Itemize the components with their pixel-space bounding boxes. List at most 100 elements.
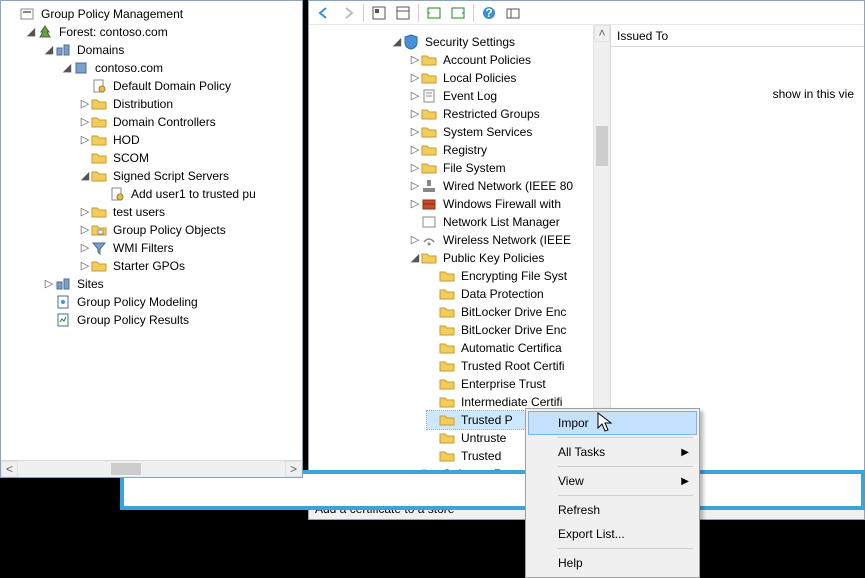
- expand-icon[interactable]: ▷: [409, 144, 421, 156]
- expand-icon[interactable]: ▷: [79, 224, 91, 236]
- tb-icon-5[interactable]: [502, 3, 524, 23]
- tree-gp-results[interactable]: Group Policy Results: [43, 311, 302, 329]
- ctx-view[interactable]: View▶: [528, 469, 697, 493]
- scroll-left-arrow[interactable]: ˂: [1, 461, 18, 477]
- scroll-thumb[interactable]: [596, 126, 608, 166]
- ctx-export-list[interactable]: Export List...: [528, 522, 697, 546]
- gpm-icon: [19, 6, 35, 22]
- list-icon: [421, 214, 437, 230]
- tree-starter-gpos[interactable]: ▷Starter GPOs: [79, 257, 302, 275]
- firewall-icon: [421, 196, 437, 212]
- tree-forest[interactable]: ◢ Forest: contoso.com: [25, 23, 302, 41]
- tree-enterprise-trust[interactable]: Enterprise Trust: [427, 375, 593, 393]
- tree-ou-domain-controllers[interactable]: ▷Domain Controllers: [79, 113, 302, 131]
- tb-icon-3[interactable]: [423, 3, 445, 23]
- tree-gpo-add-user1[interactable]: Add user1 to trusted pu: [97, 185, 302, 203]
- tb-icon-1[interactable]: [368, 3, 390, 23]
- expand-icon[interactable]: ▷: [79, 98, 91, 110]
- menu-separator: [558, 548, 693, 549]
- svg-text:?: ?: [485, 6, 492, 20]
- tree-restricted-groups[interactable]: ▷Restricted Groups: [409, 105, 593, 123]
- tree-group-policy-objects[interactable]: ▷Group Policy Objects: [79, 221, 302, 239]
- tree-windows-firewall[interactable]: ▷Windows Firewall with: [409, 195, 593, 213]
- nav-back-button[interactable]: [313, 3, 335, 23]
- ctx-all-tasks[interactable]: All Tasks▶: [528, 440, 697, 464]
- gpo-link-icon: [109, 186, 125, 202]
- column-header-issued-to[interactable]: Issued To: [611, 25, 864, 47]
- tree-gpm-root[interactable]: Group Policy Management: [7, 5, 302, 23]
- tree-account-policies[interactable]: ▷Account Policies: [409, 51, 593, 69]
- tb-icon-4[interactable]: [447, 3, 469, 23]
- tree-ou-signed-script-servers[interactable]: ◢Signed Script Servers: [79, 167, 302, 185]
- expand-icon[interactable]: ▷: [79, 134, 91, 146]
- help-icon[interactable]: ?: [478, 3, 500, 23]
- collapse-icon[interactable]: ◢: [61, 62, 73, 74]
- folder-open-icon: [421, 250, 437, 266]
- expand-icon[interactable]: ▷: [409, 72, 421, 84]
- tree-wmi-filters[interactable]: ▷WMI Filters: [79, 239, 302, 257]
- tree-trusted-root[interactable]: Trusted Root Certifi: [427, 357, 593, 375]
- expand-icon[interactable]: ▷: [409, 198, 421, 210]
- scroll-thumb[interactable]: [111, 463, 141, 475]
- folder-icon: [439, 340, 455, 356]
- tree-network-list-manager[interactable]: Network List Manager: [409, 213, 593, 231]
- tree-ou-test-users[interactable]: ▷test users: [79, 203, 302, 221]
- tree-system-services[interactable]: ▷System Services: [409, 123, 593, 141]
- tree-registry[interactable]: ▷Registry: [409, 141, 593, 159]
- tree-data-protection[interactable]: Data Protection: [427, 285, 593, 303]
- collapse-icon[interactable]: ◢: [391, 36, 403, 48]
- expand-icon[interactable]: ▷: [79, 260, 91, 272]
- expand-icon[interactable]: ▷: [79, 116, 91, 128]
- collapse-icon[interactable]: ◢: [43, 44, 55, 56]
- tree-domains[interactable]: ◢ Domains: [43, 41, 302, 59]
- expand-icon[interactable]: ▷: [409, 108, 421, 120]
- expand-icon[interactable]: ▷: [43, 278, 55, 290]
- horizontal-scrollbar[interactable]: ˂ ˃: [1, 460, 302, 477]
- tree-bitlocker-2[interactable]: BitLocker Drive Enc: [427, 321, 593, 339]
- ctx-help[interactable]: Help: [528, 551, 697, 575]
- expand-icon[interactable]: ▷: [409, 54, 421, 66]
- tree-local-policies[interactable]: ▷Local Policies: [409, 69, 593, 87]
- tree-bitlocker-1[interactable]: BitLocker Drive Enc: [427, 303, 593, 321]
- gpo-link-icon: [91, 78, 107, 94]
- tree-file-system[interactable]: ▷File System: [409, 159, 593, 177]
- expand-icon[interactable]: ▷: [409, 234, 421, 246]
- scroll-right-arrow[interactable]: ˃: [285, 461, 302, 477]
- folder-icon: [421, 52, 437, 68]
- expand-icon[interactable]: ▷: [409, 90, 421, 102]
- submenu-arrow-icon: ▶: [681, 447, 689, 458]
- tree-domain-contoso[interactable]: ◢ contoso.com: [61, 59, 302, 77]
- tree-auto-cert[interactable]: Automatic Certifica: [427, 339, 593, 357]
- toolbar: ?: [309, 1, 864, 25]
- tb-icon-2[interactable]: [392, 3, 414, 23]
- expand-icon[interactable]: ▷: [79, 242, 91, 254]
- folder-icon: [421, 124, 437, 140]
- ctx-refresh[interactable]: Refresh: [528, 498, 697, 522]
- tree-ou-distribution[interactable]: ▷Distribution: [79, 95, 302, 113]
- expand-icon[interactable]: ▷: [409, 180, 421, 192]
- domain-icon: [73, 60, 89, 76]
- tree-ou-scom[interactable]: SCOM: [79, 149, 302, 167]
- tree-ou-hod[interactable]: ▷HOD: [79, 131, 302, 149]
- nav-forward-button[interactable]: [337, 3, 359, 23]
- shield-icon: [403, 34, 419, 50]
- collapse-icon[interactable]: ◢: [409, 252, 421, 264]
- ctx-import[interactable]: Impor: [528, 411, 697, 435]
- tree-sites[interactable]: ▷Sites: [43, 275, 302, 293]
- tree-efs[interactable]: Encrypting File Syst: [427, 267, 593, 285]
- tree-wireless-network[interactable]: ▷Wireless Network (IEEE: [409, 231, 593, 249]
- expand-icon[interactable]: ▷: [409, 162, 421, 174]
- scroll-up-arrow[interactable]: ˄: [594, 25, 610, 42]
- tree-public-key-policies[interactable]: ◢Public Key Policies: [409, 249, 593, 267]
- ou-icon: [91, 132, 107, 148]
- tree-gp-modeling[interactable]: Group Policy Modeling: [43, 293, 302, 311]
- collapse-icon[interactable]: ◢: [25, 26, 37, 38]
- expand-icon[interactable]: ▷: [409, 126, 421, 138]
- tree-event-log[interactable]: ▷Event Log: [409, 87, 593, 105]
- tree-default-domain-policy[interactable]: Default Domain Policy: [79, 77, 302, 95]
- wireless-icon: [421, 232, 437, 248]
- expand-icon[interactable]: ▷: [79, 206, 91, 218]
- tree-wired-network[interactable]: ▷Wired Network (IEEE 80: [409, 177, 593, 195]
- tree-security-settings[interactable]: ◢ Security Settings: [319, 33, 593, 51]
- collapse-icon[interactable]: ◢: [79, 170, 91, 182]
